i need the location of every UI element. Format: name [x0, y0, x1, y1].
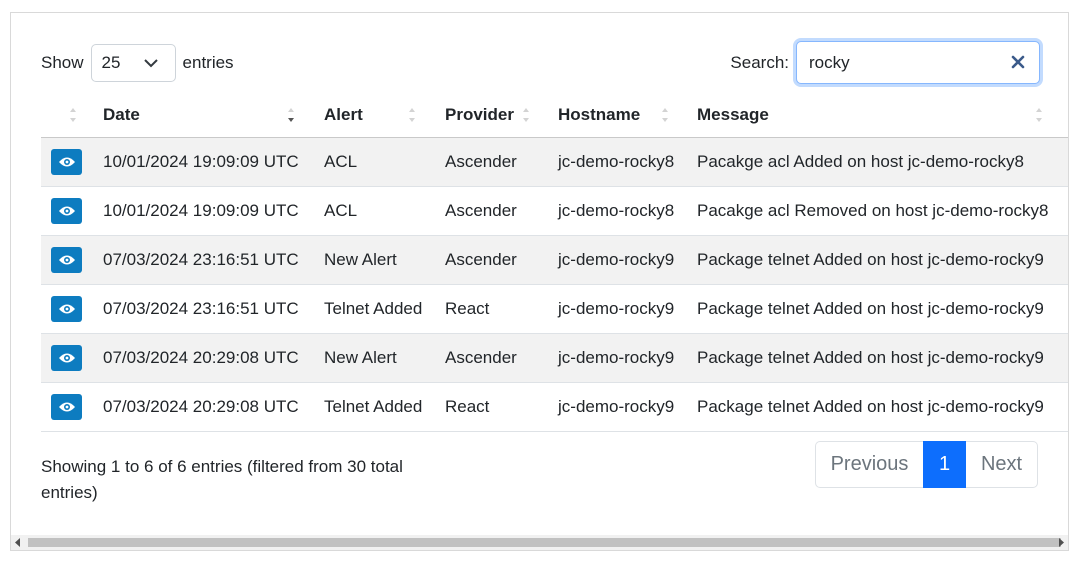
table-row: 07/03/2024 20:29:08 UTC New Alert Ascend…	[41, 333, 1068, 383]
scroll-right-icon[interactable]	[1058, 538, 1064, 547]
column-header-message[interactable]: Message	[689, 93, 1068, 138]
page-length-control: Show 25 entries	[41, 44, 234, 82]
message-cell: Pacakge acl Removed on host jc-demo-rock…	[697, 201, 1049, 220]
sort-descending-icon	[288, 108, 294, 122]
message-cell: Package telnet Added on host jc-demo-roc…	[697, 299, 1044, 318]
eye-icon	[58, 157, 75, 167]
message-cell: Pacakge acl Added on host jc-demo-rocky8	[697, 152, 1024, 171]
message-cell: Package telnet Added on host jc-demo-roc…	[697, 348, 1044, 367]
provider-cell: Ascender	[445, 201, 517, 220]
show-label: Show	[41, 53, 84, 72]
column-header-view[interactable]	[41, 93, 95, 138]
eye-icon	[58, 206, 75, 216]
search-input[interactable]: rocky	[796, 41, 1040, 84]
view-button[interactable]	[51, 394, 82, 420]
alert-cell: New Alert	[324, 250, 397, 269]
sort-icon	[1036, 108, 1042, 122]
previous-page-button[interactable]: Previous	[815, 441, 923, 488]
eye-icon	[58, 353, 75, 363]
view-button[interactable]	[51, 296, 82, 322]
page-length-select[interactable]: 25	[90, 44, 176, 82]
hostname-cell: jc-demo-rocky9	[558, 397, 675, 416]
provider-cell: React	[445, 397, 490, 416]
column-header-label: Provider	[445, 105, 514, 124]
page-length-value: 25	[101, 53, 121, 72]
hostname-cell: jc-demo-rocky8	[558, 152, 675, 171]
date-cell: 07/03/2024 20:29:08 UTC	[103, 348, 299, 367]
scroll-left-icon[interactable]	[15, 538, 21, 547]
view-button[interactable]	[51, 198, 82, 224]
view-button[interactable]	[51, 149, 82, 175]
provider-cell: Ascender	[445, 250, 517, 269]
table-row: 10/01/2024 19:09:09 UTC ACL Ascender jc-…	[41, 186, 1068, 236]
alert-cell: Telnet Added	[324, 299, 423, 318]
column-header-label: Message	[697, 105, 769, 124]
search-control: Search: rocky	[730, 41, 1040, 84]
sort-icon	[662, 108, 668, 122]
entries-label: entries	[182, 53, 234, 72]
horizontal-scrollbar[interactable]	[11, 535, 1068, 550]
date-cell: 10/01/2024 19:09:09 UTC	[103, 201, 299, 220]
message-cell: Package telnet Added on host jc-demo-roc…	[697, 397, 1044, 416]
page-1-button[interactable]: 1	[923, 441, 966, 488]
view-button[interactable]	[51, 345, 82, 371]
eye-icon	[58, 402, 75, 412]
table-row: 07/03/2024 20:29:08 UTC Telnet Added Rea…	[41, 382, 1068, 432]
hostname-cell: jc-demo-rocky9	[558, 348, 675, 367]
search-label: Search:	[730, 52, 789, 72]
column-header-label: Hostname	[558, 105, 641, 124]
view-button[interactable]	[51, 247, 82, 273]
date-cell: 10/01/2024 19:09:09 UTC	[103, 152, 299, 171]
close-icon[interactable]	[1011, 55, 1025, 69]
date-cell: 07/03/2024 20:29:08 UTC	[103, 397, 299, 416]
provider-cell: Ascender	[445, 348, 517, 367]
table-header-row: Date Alert Provider Hostname Message	[41, 93, 1068, 138]
table-info: Showing 1 to 6 of 6 entries (filtered fr…	[41, 457, 403, 502]
eye-icon	[58, 255, 75, 265]
column-header-provider[interactable]: Provider	[437, 93, 550, 138]
search-value: rocky	[809, 52, 850, 72]
date-cell: 07/03/2024 23:16:51 UTC	[103, 250, 299, 269]
pagination: Previous 1 Next	[815, 441, 1038, 488]
column-header-hostname[interactable]: Hostname	[550, 93, 689, 138]
sort-icon	[70, 108, 76, 122]
chevron-down-icon	[143, 59, 158, 68]
alerts-panel: Show 25 entries Search: rocky Date Alert…	[10, 12, 1069, 551]
eye-icon	[58, 304, 75, 314]
next-page-button[interactable]: Next	[966, 441, 1038, 488]
date-cell: 07/03/2024 23:16:51 UTC	[103, 299, 299, 318]
sort-icon	[409, 108, 415, 122]
column-header-alert[interactable]: Alert	[316, 93, 437, 138]
table-row: 10/01/2024 19:09:09 UTC ACL Ascender jc-…	[41, 137, 1068, 187]
scrollbar-thumb[interactable]	[28, 538, 1061, 547]
alert-cell: Telnet Added	[324, 397, 423, 416]
alert-cell: ACL	[324, 152, 358, 171]
hostname-cell: jc-demo-rocky8	[558, 201, 675, 220]
table-row: 07/03/2024 23:16:51 UTC Telnet Added Rea…	[41, 284, 1068, 334]
column-header-date[interactable]: Date	[95, 93, 316, 138]
alert-cell: ACL	[324, 201, 358, 220]
message-cell: Package telnet Added on host jc-demo-roc…	[697, 250, 1044, 269]
provider-cell: Ascender	[445, 152, 517, 171]
table-row: 07/03/2024 23:16:51 UTC New Alert Ascend…	[41, 235, 1068, 285]
alert-cell: New Alert	[324, 348, 397, 367]
alerts-table: Date Alert Provider Hostname Message 10/…	[41, 93, 1068, 432]
column-header-label: Date	[103, 105, 140, 124]
hostname-cell: jc-demo-rocky9	[558, 299, 675, 318]
provider-cell: React	[445, 299, 490, 318]
sort-icon	[523, 108, 529, 122]
hostname-cell: jc-demo-rocky9	[558, 250, 675, 269]
column-header-label: Alert	[324, 105, 363, 124]
